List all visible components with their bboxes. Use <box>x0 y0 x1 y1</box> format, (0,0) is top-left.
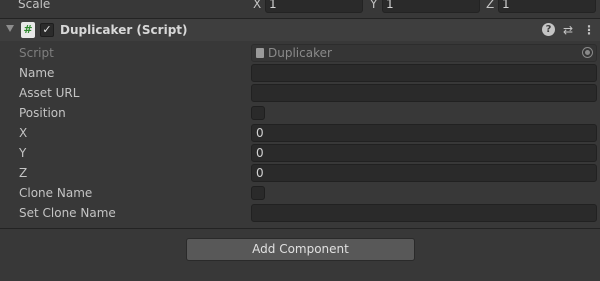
scale-z-axis-label[interactable]: Z <box>486 0 494 11</box>
script-object-value: Duplicaker <box>268 46 332 60</box>
name-label: Name <box>19 66 55 80</box>
position-checkbox[interactable] <box>251 106 265 120</box>
scale-label: Scale <box>18 0 51 11</box>
clone-name-label: Clone Name <box>19 186 93 200</box>
prop-row-z: Z 0 <box>0 163 600 183</box>
component-title: Duplicaker (Script) <box>60 23 188 37</box>
object-picker-icon[interactable] <box>582 47 593 58</box>
scale-y-axis-label[interactable]: Y <box>370 0 377 11</box>
prop-row-y: Y 0 <box>0 143 600 163</box>
prop-row-position: Position <box>0 103 600 123</box>
component-header[interactable]: # ✓ Duplicaker (Script) ? ⇄ ⋮ <box>0 19 600 41</box>
prop-row-x: X 0 <box>0 123 600 143</box>
prop-row-asset-url: Asset URL <box>0 83 600 103</box>
presets-icon[interactable]: ⇄ <box>561 22 575 38</box>
script-icon: # <box>21 22 35 38</box>
add-component-button[interactable]: Add Component <box>186 238 415 261</box>
z-input[interactable]: 0 <box>251 164 597 182</box>
asset-url-input[interactable] <box>251 84 597 102</box>
scale-y-field: Y 1 <box>370 0 481 13</box>
set-clone-name-label: Set Clone Name <box>19 206 116 220</box>
scale-row: Scale X 1 Y 1 Z 1 <box>0 0 600 14</box>
component-enabled-checkbox[interactable]: ✓ <box>40 23 54 37</box>
scale-x-input[interactable]: 1 <box>265 0 363 13</box>
scale-x-field: X 1 <box>253 0 364 13</box>
scale-z-input[interactable]: 1 <box>498 0 596 13</box>
asset-url-label: Asset URL <box>19 86 80 100</box>
script-label: Script <box>19 46 54 60</box>
script-file-icon <box>256 48 264 58</box>
clone-name-checkbox[interactable] <box>251 186 265 200</box>
prop-row-clone-name: Clone Name <box>0 183 600 203</box>
script-object-field[interactable]: Duplicaker <box>251 44 597 62</box>
y-input[interactable]: 0 <box>251 144 597 162</box>
x-label: X <box>19 126 28 140</box>
prop-row-script: Script Duplicaker <box>0 43 600 63</box>
position-label: Position <box>19 106 66 120</box>
help-icon[interactable]: ? <box>542 23 555 36</box>
z-label: Z <box>19 166 28 180</box>
foldout-arrow-icon[interactable] <box>6 25 14 32</box>
x-input[interactable]: 0 <box>251 124 597 142</box>
name-input[interactable] <box>251 64 597 82</box>
component-bottom-divider <box>0 228 600 229</box>
prop-row-set-clone-name: Set Clone Name <box>0 203 600 223</box>
scale-x-axis-label[interactable]: X <box>253 0 261 11</box>
set-clone-name-input[interactable] <box>251 204 597 222</box>
y-label: Y <box>19 146 27 160</box>
prop-row-name: Name <box>0 63 600 83</box>
scale-z-field: Z 1 <box>486 0 597 13</box>
kebab-menu-icon[interactable]: ⋮ <box>582 22 596 38</box>
scale-y-input[interactable]: 1 <box>382 0 480 13</box>
